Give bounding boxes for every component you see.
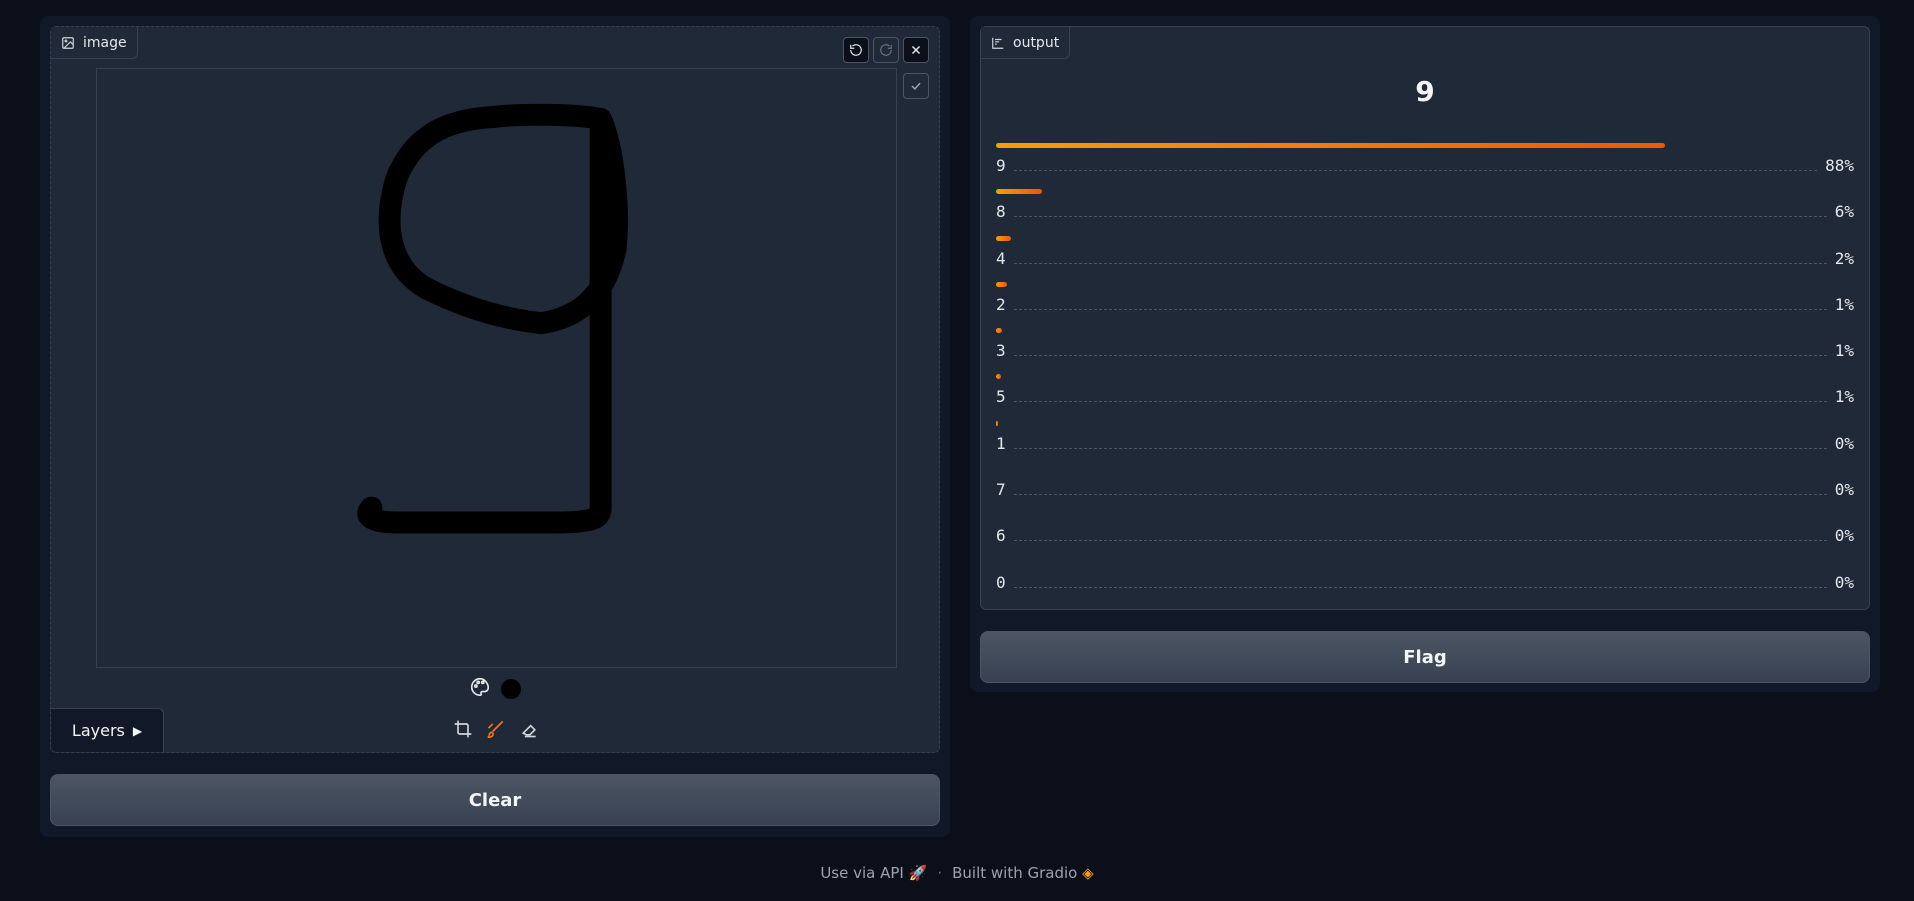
confidence-label: 9 — [996, 156, 1006, 175]
confidence-percent: 0% — [1834, 480, 1854, 500]
confidence-percent: 1% — [1834, 294, 1854, 314]
output-label: output — [1013, 34, 1060, 51]
confidence-bar — [996, 374, 1001, 380]
input-panel: image Layers ▶ Clear — [40, 16, 950, 837]
confidence-percent: 1% — [1834, 387, 1854, 407]
confidence-row[interactable]: 7 0% — [996, 467, 1854, 513]
confidence-row[interactable]: 3 1% — [996, 328, 1854, 374]
drawing-canvas[interactable] — [96, 68, 897, 668]
confidence-line: 2 1% — [996, 295, 1854, 314]
confidence-row[interactable]: 0 0% — [996, 560, 1854, 606]
brush-color-swatch[interactable] — [501, 679, 521, 699]
undo-icon[interactable] — [843, 37, 869, 63]
confidence-line: 4 2% — [996, 249, 1854, 268]
confidence-bar — [996, 420, 998, 426]
eraser-icon[interactable] — [517, 717, 540, 740]
dotted-leader — [1013, 447, 1827, 449]
image-editor: image Layers ▶ — [50, 26, 940, 753]
confidence-label: 3 — [996, 341, 1006, 361]
confidence-row[interactable]: 6 0% — [996, 513, 1854, 559]
confidence-bar — [996, 328, 1003, 334]
confidence-percent: 2% — [1834, 248, 1854, 268]
confidence-row[interactable]: 8 6% — [996, 189, 1854, 235]
footer: Use via API 🚀 · Built with Gradio ◈ — [0, 864, 1914, 882]
confidence-label: 1 — [996, 433, 1006, 453]
confidence-percent: 0% — [1834, 526, 1854, 546]
layers-button[interactable]: Layers ▶ — [51, 708, 164, 752]
confidence-row[interactable]: 2 1% — [996, 281, 1854, 328]
gradio-logo-icon: ◈ — [1082, 864, 1094, 882]
dotted-leader — [1013, 401, 1827, 403]
confidence-row[interactable]: 4 2% — [996, 235, 1854, 282]
confidence-row[interactable]: 5 1% — [996, 374, 1854, 420]
layers-label: Layers — [71, 721, 125, 740]
rocket-icon: 🚀 — [908, 864, 928, 882]
close-icon[interactable] — [903, 37, 929, 63]
dotted-leader — [1013, 170, 1818, 171]
redo-icon[interactable] — [873, 37, 899, 63]
caret-right-icon: ▶ — [132, 723, 143, 738]
confidence-row[interactable]: 1 0% — [996, 420, 1854, 467]
dotted-leader — [1013, 262, 1827, 264]
confidence-line: 3 1% — [996, 341, 1854, 360]
confidence-label: 2 — [996, 294, 1006, 314]
output-panel: output 9 9 88% 8 6% 4 2% 2 1% 3 1% 5 1% 1 0% 7 0% 6 0% 0 0%… — [970, 16, 1880, 692]
confidence-bar — [996, 143, 1665, 148]
confidence-line: 5 1% — [996, 387, 1854, 406]
confidence-line: 9 88% — [996, 156, 1854, 175]
use-via-api-link[interactable]: Use via API 🚀 — [820, 864, 927, 882]
image-icon — [62, 36, 74, 49]
clear-button[interactable]: Clear — [50, 774, 940, 826]
use-via-api-label: Use via API — [820, 864, 904, 882]
confidence-line: 6 0% — [996, 526, 1854, 545]
dotted-leader — [1013, 540, 1827, 542]
confidence-bar — [996, 235, 1012, 241]
confidence-list: 9 88% 8 6% 4 2% 2 1% 3 1% 5 1% 1 0% 7 0% 6 0% 0 0% — [996, 143, 1854, 606]
confidence-label: 5 — [996, 387, 1006, 407]
confidence-label: 0 — [996, 572, 1006, 592]
footer-separator: · — [937, 864, 943, 882]
confidence-percent: 1% — [1834, 341, 1854, 361]
confidence-line: 7 0% — [996, 480, 1854, 499]
confidence-label: 8 — [996, 202, 1006, 222]
confidence-bar — [996, 281, 1007, 287]
confidence-line: 0 0% — [996, 573, 1854, 592]
output-label-tab: output — [981, 27, 1071, 59]
confidence-label: 6 — [996, 526, 1006, 546]
check-icon[interactable] — [903, 73, 929, 99]
predicted-class: 9 — [1415, 75, 1435, 108]
built-with-gradio-label: Built with Gradio — [952, 864, 1078, 882]
image-label-tab: image — [51, 27, 138, 59]
confidence-label: 7 — [996, 480, 1006, 500]
built-with-gradio-link[interactable]: Built with Gradio ◈ — [952, 864, 1094, 882]
dotted-leader — [1013, 586, 1827, 588]
confidence-label: 4 — [996, 248, 1006, 268]
confidence-bar — [996, 189, 1042, 195]
confidence-row[interactable]: 9 88% — [996, 143, 1854, 189]
label-output: output 9 9 88% 8 6% 4 2% 2 1% 3 1% 5 1% 1 0% 7 0% 6 0% 0 0% — [980, 26, 1870, 610]
confidence-line: 1 0% — [996, 434, 1854, 453]
confidence-percent: 0% — [1834, 433, 1854, 453]
confidence-line: 8 6% — [996, 202, 1854, 221]
confidence-percent: 6% — [1834, 202, 1854, 222]
dotted-leader — [1013, 216, 1827, 218]
crop-icon[interactable] — [451, 717, 474, 740]
bar-chart-icon — [992, 37, 1004, 49]
confidence-percent: 88% — [1825, 156, 1854, 175]
palette-icon[interactable] — [469, 676, 491, 702]
dotted-leader — [1013, 308, 1827, 310]
image-label: image — [83, 34, 127, 51]
flag-button[interactable]: Flag — [980, 631, 1870, 683]
dotted-leader — [1013, 355, 1827, 357]
confidence-percent: 0% — [1834, 572, 1854, 592]
brush-icon[interactable] — [484, 717, 507, 740]
dotted-leader — [1013, 494, 1827, 496]
sketch-stroke — [357, 103, 628, 534]
